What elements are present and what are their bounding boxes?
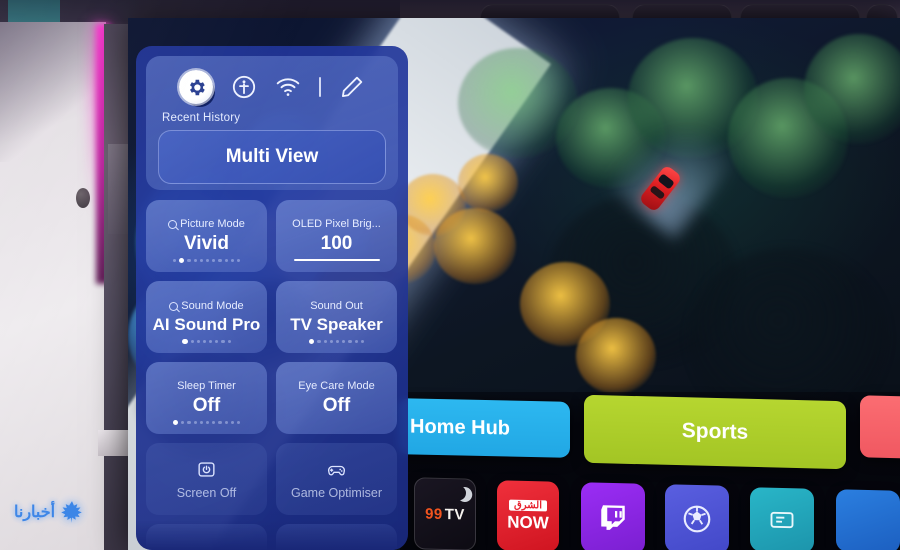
tile-sound-mode[interactable]: Sound Mode AI Sound Pro xyxy=(146,281,267,353)
recent-history-label: Recent History xyxy=(162,112,241,124)
edit-pencil-icon[interactable] xyxy=(339,74,365,100)
quick-settings-header: Recent History Multi View xyxy=(146,56,398,190)
settings-gear-icon[interactable] xyxy=(179,70,213,104)
tile-sound-out[interactable]: Sound Out TV Speaker xyxy=(276,281,397,353)
asharq-now-label: NOW xyxy=(507,511,549,533)
search-icon xyxy=(169,301,179,311)
app-icon-twitch[interactable] xyxy=(581,482,645,550)
foliage-warm xyxy=(458,154,518,212)
wifi-icon[interactable] xyxy=(275,74,301,100)
tile-row: Sound Mode AI Sound Pro Sound Out TV Spe… xyxy=(146,281,398,353)
tile-row: Sleep Timer Off Eye Care Mode Off xyxy=(146,362,398,434)
football-icon xyxy=(683,505,711,533)
tile-picture-mode[interactable]: Picture Mode Vivid xyxy=(146,200,267,272)
tile-label-text: Sound Mode xyxy=(181,299,244,312)
crescent-moon-icon xyxy=(449,483,469,503)
app-icon-teal[interactable] xyxy=(750,487,814,550)
tile-sleep-timer[interactable]: Sleep Timer Off xyxy=(146,362,267,434)
tile-game-optimiser[interactable]: Game Optimiser xyxy=(276,443,397,515)
tile-label: Picture Mode xyxy=(168,217,245,230)
app-icon-99tv[interactable]: 99 TV xyxy=(414,477,476,550)
watermark: أخبارنا xyxy=(14,492,132,532)
app-icon-blue[interactable] xyxy=(836,489,900,550)
quick-settings-icon-row xyxy=(146,64,398,110)
media-card-icon xyxy=(770,511,794,529)
app-99tv-tv-label: TV xyxy=(444,505,465,523)
tile-label: Eye Care Mode xyxy=(298,379,375,392)
tile-eye-care-mode[interactable]: Eye Care Mode Off xyxy=(276,362,397,434)
tile-partial[interactable] xyxy=(146,524,267,550)
tile-label-text: Eye Care Mode xyxy=(298,379,375,392)
tile-label-text: Game Optimiser xyxy=(291,485,382,500)
gamepad-icon xyxy=(326,459,347,480)
tile-label-text: Screen Off xyxy=(176,485,237,500)
tile-label: Sound Out xyxy=(310,299,363,312)
tile-row: Picture Mode Vivid OLED Pixel Brig... 10… xyxy=(146,200,398,272)
foliage-warm xyxy=(576,318,656,394)
maple-leaf-icon xyxy=(59,499,85,525)
tile-value: Off xyxy=(322,394,351,416)
tile-label: OLED Pixel Brig... xyxy=(292,217,381,230)
app-99tv-label: 99 xyxy=(425,505,443,523)
tile-value: AI Sound Pro xyxy=(152,314,261,334)
tile-row-partial xyxy=(146,524,398,550)
tile-label-text: Sound Out xyxy=(310,299,363,312)
home-hub-card[interactable]: Home Hub xyxy=(398,398,570,458)
tile-label-text: OLED Pixel Brig... xyxy=(292,217,381,230)
screenshot-stage: Start Home Hub Sports 99 TV الشرق NOW xyxy=(0,0,900,550)
pink-card[interactable] xyxy=(860,395,900,459)
tile-label-text: Picture Mode xyxy=(180,217,245,230)
tile-partial[interactable] xyxy=(276,524,397,550)
foliage-warm xyxy=(434,208,516,284)
quick-settings-panel: Recent History Multi View Picture Mode V… xyxy=(136,46,408,550)
twitch-icon xyxy=(601,505,625,530)
multi-view-button[interactable]: Multi View xyxy=(158,130,386,184)
tile-dots xyxy=(276,338,397,344)
tile-value: Vivid xyxy=(183,232,230,254)
tile-value: 100 xyxy=(320,232,353,254)
sports-card[interactable]: Sports xyxy=(584,394,846,470)
search-icon xyxy=(168,219,178,229)
tile-oled-pixel-brightness[interactable]: OLED Pixel Brig... 100 xyxy=(276,200,397,272)
tile-screen-off[interactable]: Screen Off xyxy=(146,443,267,515)
accessibility-icon[interactable] xyxy=(231,74,257,100)
tile-value: Off xyxy=(192,394,221,416)
tile-label-text: Sleep Timer xyxy=(177,379,236,392)
watermark-text: أخبارنا xyxy=(14,504,56,521)
quick-settings-grid: Picture Mode Vivid OLED Pixel Brig... 10… xyxy=(146,200,398,550)
app-icon-asharq-now[interactable]: الشرق NOW xyxy=(497,480,559,550)
tile-label: Sound Mode xyxy=(169,299,244,312)
tile-dots xyxy=(146,419,267,425)
tile-dots xyxy=(146,338,267,344)
tile-row: Screen Off Game Optimiser xyxy=(146,443,398,515)
asharq-arabic-label: الشرق xyxy=(508,499,548,511)
icon-divider xyxy=(319,77,321,97)
tile-label: Sleep Timer xyxy=(177,379,236,392)
tile-value: TV Speaker xyxy=(290,314,383,334)
app-icon-football[interactable] xyxy=(665,484,729,550)
tile-dots xyxy=(146,257,267,263)
brightness-slider[interactable] xyxy=(294,258,380,261)
power-screen-icon xyxy=(196,459,217,480)
